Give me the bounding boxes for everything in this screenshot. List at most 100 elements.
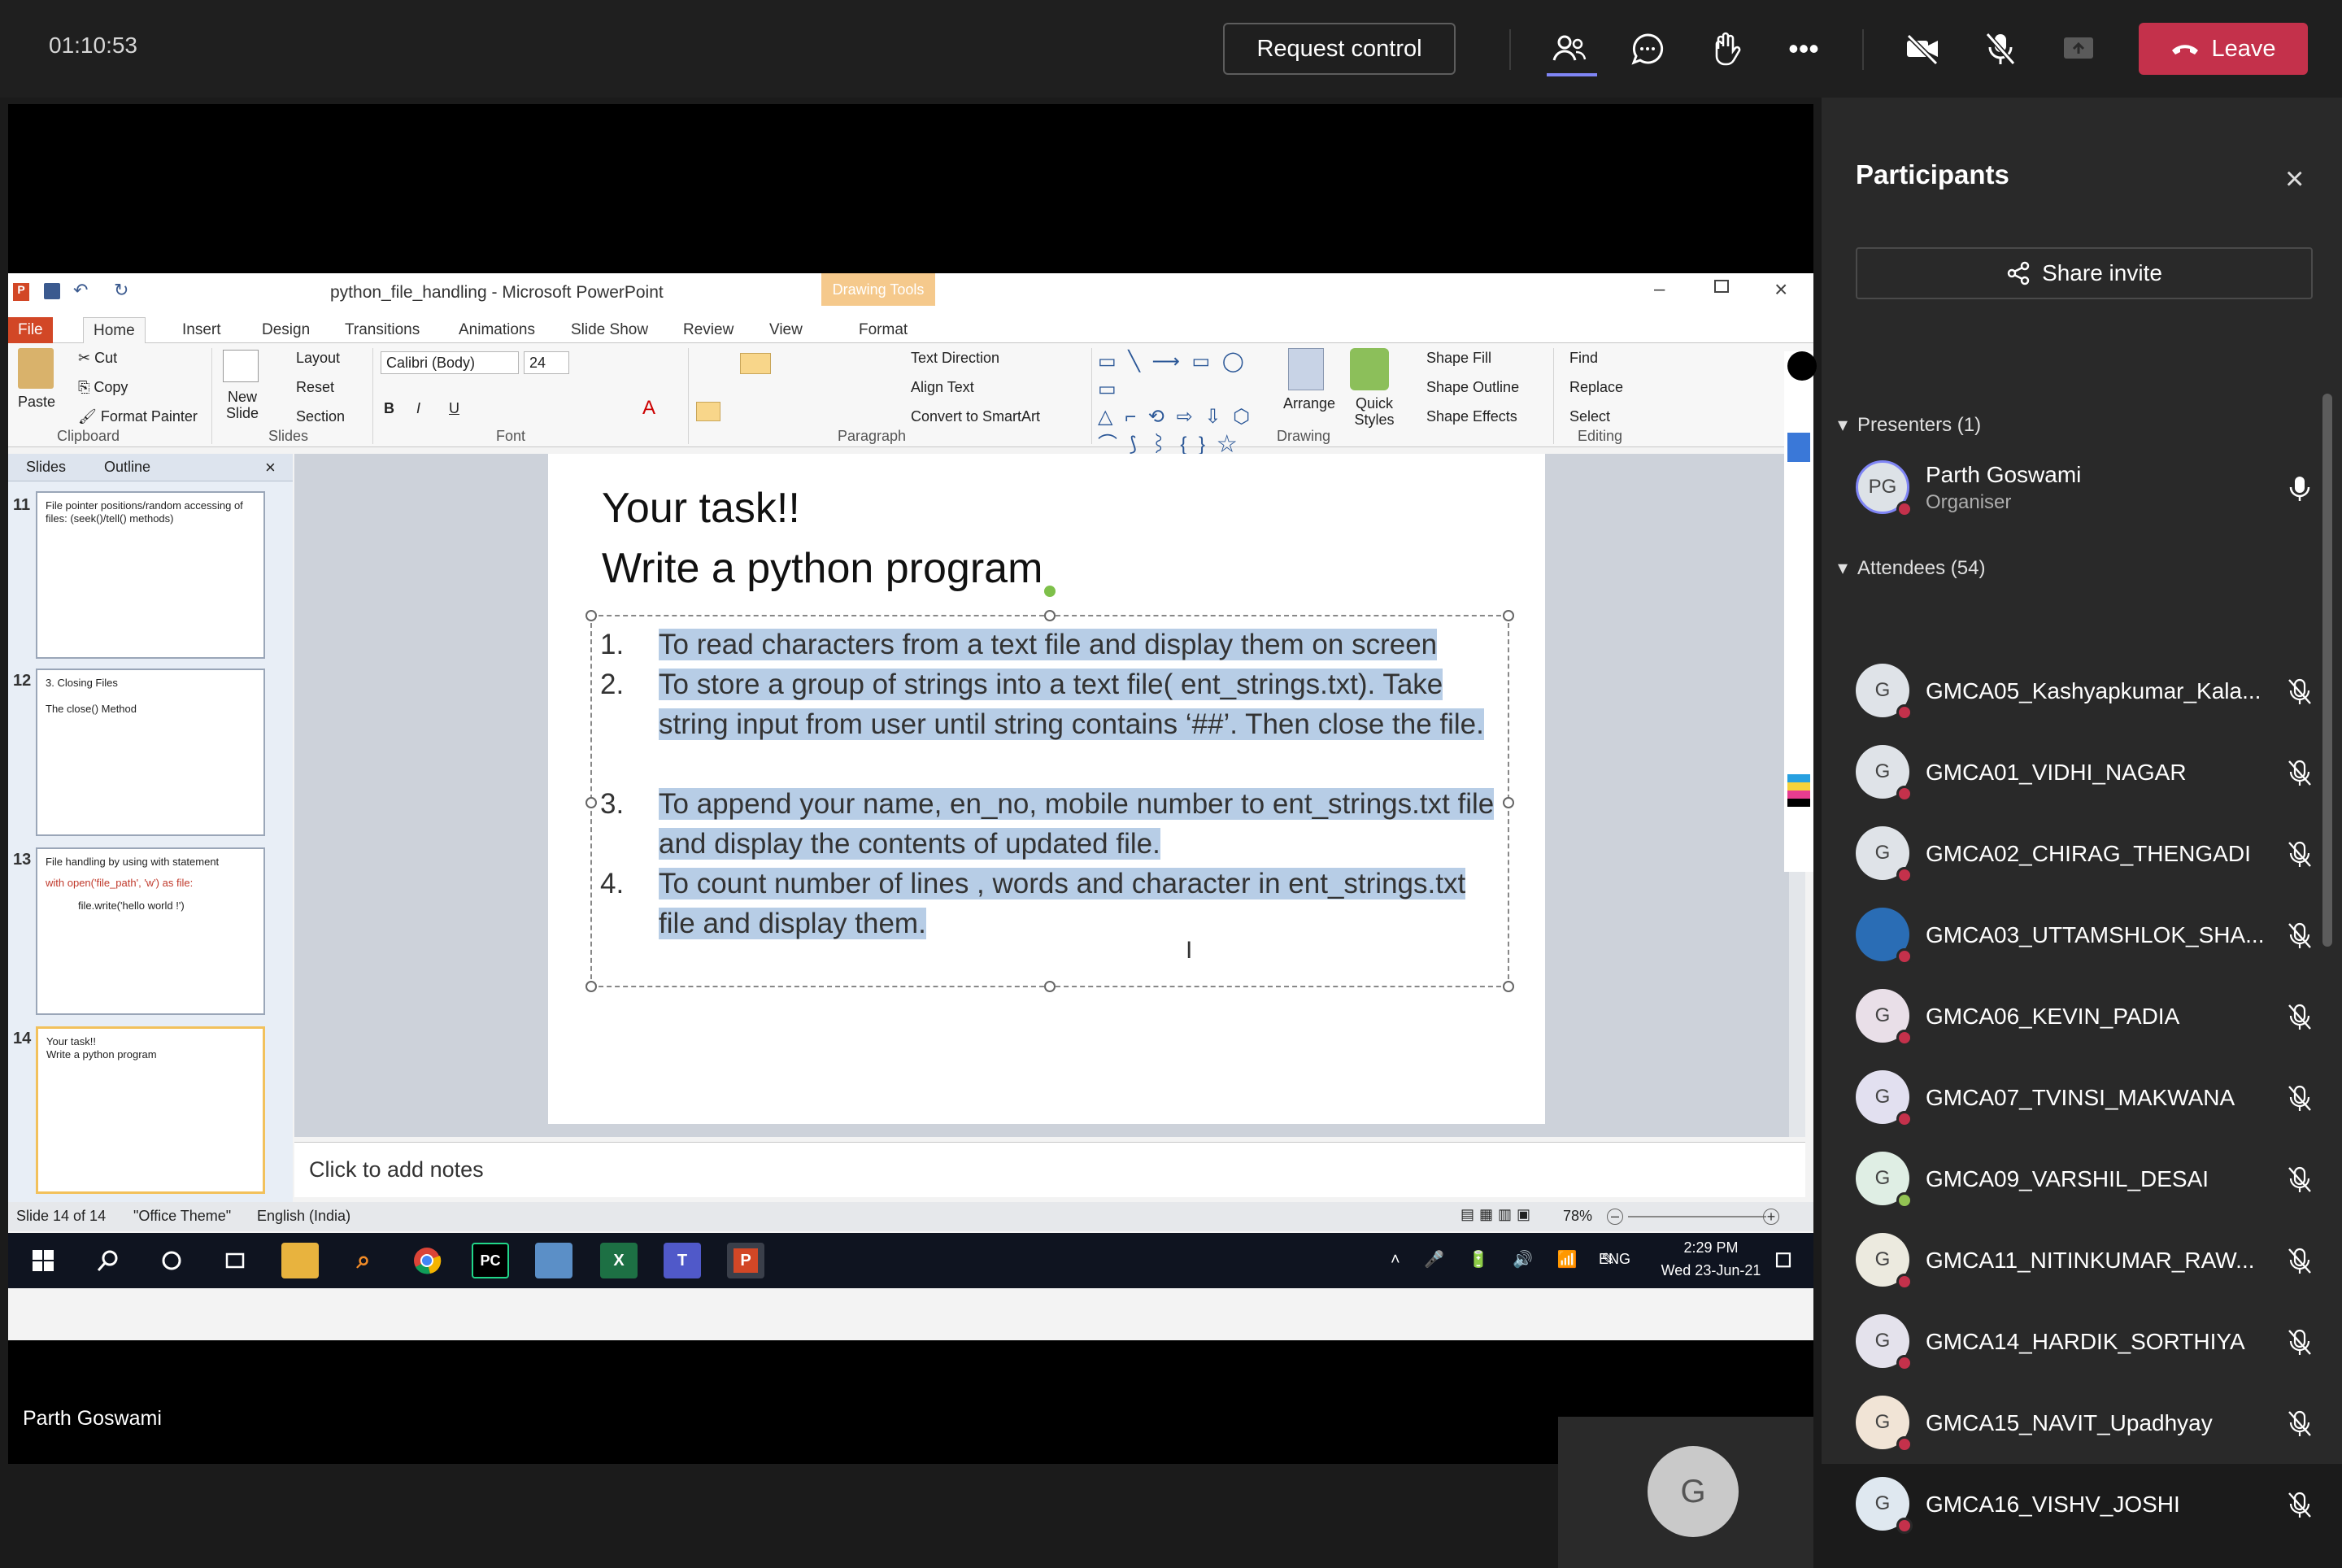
select-button[interactable]: Select [1569, 408, 1610, 425]
bold-icon[interactable]: B [384, 400, 394, 417]
align-text-button[interactable]: Align Text [911, 379, 974, 396]
tab-design[interactable]: Design [252, 317, 320, 343]
cut-button[interactable]: ✂ Cut [78, 350, 117, 367]
font-name-select[interactable]: Calibri (Body) [381, 351, 519, 374]
raise-hand-icon[interactable] [1701, 24, 1750, 73]
italic-icon[interactable]: I [416, 400, 420, 417]
search-app-icon[interactable]: ⌕ [345, 1243, 382, 1278]
reset-button[interactable]: Reset [296, 379, 334, 396]
resize-handle[interactable] [586, 797, 597, 808]
attendee-row[interactable]: G GMCA06_KEVIN_PADIA [1856, 969, 2311, 1051]
attendee-row[interactable]: G GMCA14_HARDIK_SORTHIYA [1856, 1295, 2311, 1376]
slide-thumbnail-12[interactable]: 3. Closing Files The close() Method [36, 669, 265, 836]
leave-button[interactable]: Leave [2139, 23, 2308, 75]
tab-transitions[interactable]: Transitions [335, 317, 429, 343]
close-icon[interactable]: × [2285, 161, 2304, 198]
resize-handle[interactable] [586, 610, 597, 621]
search-icon[interactable] [89, 1243, 127, 1278]
paste-button[interactable]: Paste [18, 394, 55, 411]
mic-off-icon[interactable] [1976, 24, 2025, 73]
task-view-icon[interactable] [216, 1243, 254, 1278]
attendee-row[interactable]: G GMCA15_NAVIT_Upadhyay [1856, 1376, 2311, 1457]
tab-animations[interactable]: Animations [449, 317, 545, 343]
attendee-row[interactable]: G GMCA01_VIDHI_NAGAR [1856, 725, 2311, 807]
copy-button[interactable]: ⎘ Copy [78, 379, 128, 396]
shape-fill-button[interactable]: Shape Fill [1426, 350, 1491, 367]
resize-handle[interactable] [586, 981, 597, 992]
align-left-icon[interactable] [696, 402, 720, 421]
attendee-row[interactable]: G GMCA09_VARSHIL_DESAI [1856, 1132, 2311, 1213]
quick-styles-button[interactable]: Quick Styles [1350, 395, 1399, 428]
camera-off-icon[interactable] [1898, 24, 1947, 73]
redo-icon[interactable]: ↻ [114, 280, 128, 301]
underline-icon[interactable]: U [449, 400, 459, 417]
cortana-icon[interactable] [153, 1243, 190, 1278]
attendee-row[interactable]: G GMCA02_CHIRAG_THENGADI [1856, 807, 2311, 888]
close-window-icon[interactable]: × [1774, 277, 1787, 303]
attendee-row[interactable]: G GMCA11_NITINKUMAR_RAW... [1856, 1213, 2311, 1295]
tab-slide-show[interactable]: Slide Show [561, 317, 658, 343]
section-button[interactable]: Section [296, 408, 345, 425]
attendee-row[interactable]: GMCA03_UTTAMSHLOK_SHA... [1856, 888, 2311, 969]
resize-handle[interactable] [1503, 610, 1514, 621]
participants-icon[interactable] [1545, 24, 1597, 76]
tab-insert[interactable]: Insert [172, 317, 231, 343]
presenters-section-header[interactable]: ▾ Presenters (1) [1838, 413, 1981, 437]
panel-scrollbar[interactable] [2322, 394, 2332, 947]
zoom-out-icon[interactable]: – [1607, 1209, 1623, 1225]
more-options-icon[interactable]: ••• [1779, 24, 1828, 73]
resize-handle[interactable] [1044, 610, 1056, 621]
chat-icon[interactable] [1623, 24, 1672, 73]
share-invite-button[interactable]: Share invite [1856, 247, 2313, 299]
shape-effects-button[interactable]: Shape Effects [1426, 408, 1517, 425]
font-size-select[interactable]: 24 [524, 351, 569, 374]
teams-icon[interactable]: T [664, 1243, 701, 1278]
attendee-row[interactable]: G GMCA05_Kashyapkumar_Kala... [1856, 644, 2311, 725]
new-slide-button[interactable]: New Slide [218, 389, 267, 421]
zoom-slider[interactable] [1628, 1216, 1766, 1217]
chrome-icon[interactable] [408, 1243, 446, 1278]
layout-button[interactable]: Layout [296, 350, 340, 367]
powerpoint-taskbar-icon[interactable]: P [727, 1243, 764, 1278]
rotate-handle[interactable] [1044, 586, 1056, 597]
resize-handle[interactable] [1503, 981, 1514, 992]
slide-thumbnail-14[interactable]: Your task!! Write a python program [36, 1026, 265, 1194]
participant-video-tile[interactable]: G [1558, 1417, 1813, 1568]
color-palette[interactable] [1787, 774, 1810, 807]
close-pane-icon[interactable]: × [265, 457, 276, 478]
excel-icon[interactable]: X [600, 1243, 638, 1278]
clock-time[interactable]: 2:29 PM [1670, 1239, 1752, 1257]
arrange-button[interactable]: Arrange [1283, 395, 1335, 412]
slide-canvas[interactable]: Your task!! Write a python program 1. To [548, 454, 1545, 1124]
shapes-gallery[interactable]: ▭ ╲ ⟶ ▭ ◯ ▭ △ ⌐ ⟲ ⇨ ⇩ ⬡ ⌒ ⟆ ⌇ { } ☆ [1098, 348, 1277, 455]
share-screen-icon[interactable] [2054, 24, 2103, 73]
zoom-in-icon[interactable]: + [1763, 1209, 1779, 1225]
restore-icon[interactable] [1714, 280, 1729, 293]
pointer-tool-icon[interactable] [1787, 433, 1810, 462]
tab-format[interactable]: Format [849, 317, 917, 343]
minimize-icon[interactable]: – [1654, 278, 1665, 301]
system-tray-icons[interactable]: ˄ 🎤 🔋 🔊 📶 ✎ [1391, 1249, 1625, 1270]
input-language[interactable]: ENG [1599, 1251, 1630, 1268]
selected-text-box[interactable]: 1. To read characters from a text file a… [586, 610, 1514, 992]
format-painter-button[interactable]: 🖌 Format Painter [78, 408, 198, 425]
resize-handle[interactable] [1044, 981, 1056, 992]
attendee-row[interactable]: G GMCA16_VISHV_JOSHI [1856, 1457, 2311, 1539]
tab-home[interactable]: Home [83, 317, 146, 343]
replace-button[interactable]: Replace [1569, 379, 1623, 396]
notes-pane[interactable]: Click to add notes [294, 1142, 1805, 1197]
numbering-icon[interactable] [740, 353, 771, 374]
pycharm-icon[interactable]: PC [472, 1243, 509, 1278]
resize-handle[interactable] [1503, 797, 1514, 808]
save-icon[interactable] [44, 283, 60, 299]
attendees-section-header[interactable]: ▾ Attendees (54) [1838, 556, 1985, 580]
slide-thumbnail-13[interactable]: File handling by using with statement wi… [36, 847, 265, 1015]
windows-start-icon[interactable] [24, 1243, 62, 1278]
find-button[interactable]: Find [1569, 350, 1598, 367]
app-icon[interactable] [535, 1243, 572, 1278]
notifications-icon[interactable]: ☐ [1765, 1243, 1802, 1278]
shape-outline-button[interactable]: Shape Outline [1426, 379, 1519, 396]
tab-slides[interactable]: Slides [26, 459, 66, 476]
presenter-row[interactable]: PG Parth Goswami Organiser [1856, 441, 2311, 522]
text-direction-button[interactable]: Text Direction [911, 350, 999, 367]
